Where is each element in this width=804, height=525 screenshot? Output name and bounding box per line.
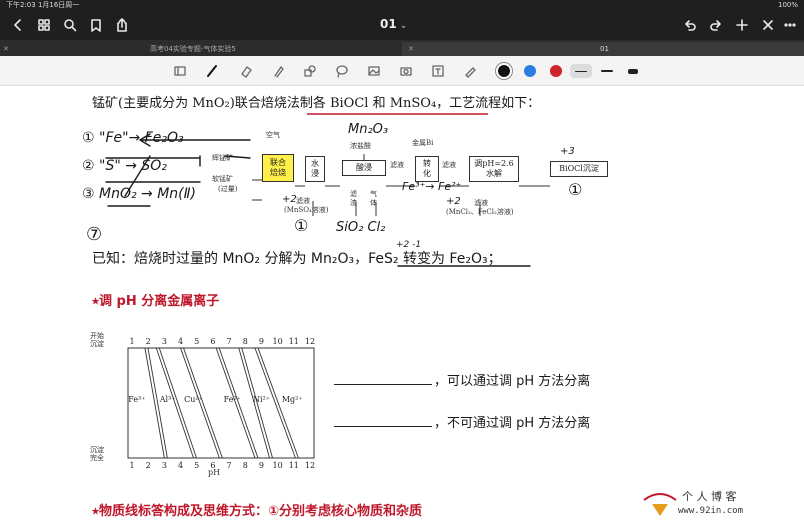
watermark-url: www.92in.com	[678, 506, 744, 516]
hw-plus2b: +2	[446, 196, 461, 207]
ph-tick-bottom: 4	[178, 461, 183, 470]
hw-note-2: ② "S" → SO₂	[82, 158, 167, 174]
grid-icon[interactable]	[34, 15, 54, 35]
ph-tick-bottom: 10	[273, 461, 283, 470]
ph-tick-bottom: 8	[243, 461, 248, 470]
hw-mn2o3: Mn₂O₃	[348, 122, 389, 137]
ph-tick-top: 2	[146, 337, 151, 346]
ph-tick-bottom: 3	[162, 461, 167, 470]
watermark-logo-icon	[643, 493, 677, 516]
text-icon[interactable]	[430, 63, 446, 79]
nav-bar: 01 ⌄	[0, 10, 804, 40]
ph-tick-top: 4	[178, 337, 183, 346]
ph-tick-top: 11	[289, 337, 299, 346]
site-watermark: 个 人 博 客 www.92in.com	[640, 484, 800, 524]
ph-tick-top: 7	[227, 337, 232, 346]
tab-bar: ✕ 高考04实验专题-气体实验5 ✕ 01	[0, 40, 804, 56]
hw-plus3: +3	[560, 146, 575, 157]
color-blue-swatch[interactable]	[524, 65, 536, 77]
line-thin-option[interactable]	[570, 64, 592, 78]
color-red-swatch[interactable]	[550, 65, 562, 77]
known-statement: 已知：焙烧时过量的 MnO₂ 分解为 Mn₂O₃，FeS₂ 转变为 Fe₂O₃；	[92, 251, 502, 267]
line-medium-option[interactable]	[596, 64, 618, 78]
hw-note-1: ① "Fe"→ Fe₂O₃	[82, 130, 184, 146]
bookmark-icon[interactable]	[86, 15, 106, 35]
ph-chart-svg: 112233445566778899101011111212Fe³⁺ Al³⁺ Cu…	[127, 337, 315, 470]
image-icon[interactable]	[366, 63, 382, 79]
tab-close-icon[interactable]: ✕	[3, 42, 9, 56]
color-black-swatch[interactable]	[498, 65, 510, 77]
close-icon[interactable]	[758, 15, 778, 35]
pen-icon[interactable]	[204, 63, 220, 79]
ph-ion-label: Fe³⁺	[128, 395, 145, 404]
question-2-text: ，不可通过调 pH 方法分离	[434, 416, 591, 431]
ph-tick-bottom: 2	[146, 461, 151, 470]
ph-axis-label: pH	[208, 468, 221, 477]
ph-ion-label: Ni²⁺	[253, 395, 270, 404]
highlighter-icon[interactable]	[270, 63, 286, 79]
ph-tick-top: 12	[305, 337, 315, 346]
section-ph-heading: ⭑调 pH 分离金属离子	[92, 294, 220, 309]
ph-tick-top: 9	[259, 337, 264, 346]
tab-label: 高考04实验专题-气体实验5	[150, 45, 236, 53]
ph-ion-label: Al³⁺	[159, 395, 176, 404]
watermark-title: 个 人 博 客	[682, 490, 737, 503]
hw-note-3: ③ MnO₂ → Mn(Ⅱ)	[82, 186, 196, 202]
ph-ion-label: Fe²⁺	[224, 395, 241, 404]
ph-tick-bottom: 12	[305, 461, 315, 470]
answer-blank-1[interactable]	[334, 384, 432, 385]
section-thinking-heading: ⭑物质线标答构成及思维方式：①分别考虑核心物质和杂质	[92, 504, 423, 519]
status-time: 下午2:03 1月16日周一	[6, 1, 80, 9]
document-page[interactable]: 锰矿(主要成分为 MnO₂)联合焙烧法制各 BiOCl 和 MnSO₄，工艺流程…	[0, 86, 804, 525]
hw-circle-1b: ①	[294, 216, 309, 235]
tab-close-icon[interactable]: ✕	[408, 42, 414, 56]
ph-tick-top: 3	[162, 337, 167, 346]
ph-tick-bottom: 7	[227, 461, 232, 470]
hw-sio2-cl2: SiO₂ Cl₂	[336, 220, 386, 235]
add-page-icon[interactable]	[732, 15, 752, 35]
shapes-icon[interactable]	[302, 63, 318, 79]
eraser-icon[interactable]	[238, 63, 254, 79]
back-icon[interactable]	[8, 15, 28, 35]
more-icon[interactable]	[780, 15, 800, 35]
ph-tick-bottom: 1	[129, 461, 134, 470]
document-title[interactable]: 01 ⌄	[380, 17, 407, 31]
question-1-text: ，可以通过调 pH 方法分离	[434, 374, 591, 389]
ph-ion-label: Mg²⁺	[282, 395, 303, 404]
hw-circle-7: ⑦	[86, 224, 103, 245]
ph-tick-top: 1	[129, 337, 134, 346]
camera-icon[interactable]	[398, 63, 414, 79]
ph-tick-top: 6	[210, 337, 215, 346]
ph-tick-bottom: 9	[259, 461, 264, 470]
undo-icon[interactable]	[680, 15, 700, 35]
search-icon[interactable]	[60, 15, 80, 35]
intro-text: 锰矿(主要成分为 MnO₂)联合焙烧法制各 BiOCl 和 MnSO₄，工艺流程…	[92, 96, 541, 111]
document-title-text: 01	[380, 17, 397, 31]
ph-tick-bottom: 5	[194, 461, 199, 470]
hw-fe-change: Fe³⁺→ Fe²⁺	[402, 180, 462, 193]
sidebar-icon[interactable]	[172, 63, 188, 79]
tab-document-2[interactable]: ✕ 01	[402, 42, 804, 56]
ph-tick-bottom: 11	[289, 461, 299, 470]
status-battery: 100%	[777, 1, 798, 9]
chevron-down-icon: ⌄	[399, 21, 408, 31]
ph-ion-label: Cu²⁺	[184, 395, 203, 404]
ph-tick-top: 5	[194, 337, 199, 346]
status-bar: 下午2:03 1月16日周一 100%	[0, 0, 804, 10]
hw-plus2: +2	[282, 194, 297, 205]
ph-tick-top: 8	[243, 337, 248, 346]
share-icon[interactable]	[112, 15, 132, 35]
ph-tick-top: 10	[273, 337, 283, 346]
lasso-icon[interactable]	[334, 63, 350, 79]
ruler-pen-icon[interactable]	[462, 63, 478, 79]
tab-document-1[interactable]: ✕ 高考04实验专题-气体实验5	[0, 42, 402, 56]
redo-icon[interactable]	[706, 15, 726, 35]
ph-separation-chart: 开始 沉淀 沉淀 完全 1 1 2 2 3 3 4 4 5 5 6 6 7 7 8 8 9 9 10 10 11 11 12…	[90, 330, 320, 478]
answer-blank-2[interactable]	[334, 426, 432, 427]
line-thick-option[interactable]	[622, 64, 644, 78]
drawing-toolbar	[0, 56, 804, 86]
hw-circle-1a: ①	[568, 180, 583, 199]
tab-label: 01	[600, 45, 609, 53]
